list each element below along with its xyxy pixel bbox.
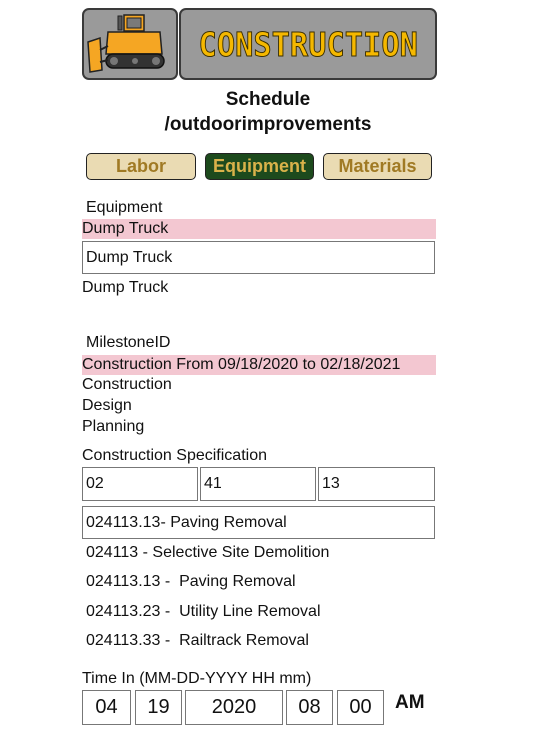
- tab-labor[interactable]: Labor: [86, 153, 196, 180]
- milestone-label: MilestoneID: [86, 334, 171, 351]
- spec-option[interactable]: 024113.13 - Paving Removal: [86, 573, 296, 591]
- equipment-selected[interactable]: Dump Truck: [82, 219, 436, 239]
- bulldozer-icon: [87, 14, 165, 73]
- brand-title: CONSTRUCTION: [198, 24, 418, 64]
- ampm-toggle[interactable]: AM: [395, 692, 425, 714]
- page-subtitle: /outdoorimprovements: [164, 114, 372, 135]
- tab-materials[interactable]: Materials: [323, 153, 432, 180]
- page-title: Schedule: [225, 89, 311, 110]
- brand-banner: CONSTRUCTION: [179, 8, 437, 80]
- milestone-selected[interactable]: Construction From 09/18/2020 to 02/18/20…: [82, 355, 436, 375]
- logo-tile: [82, 8, 178, 80]
- milestone-option[interactable]: Planning: [82, 418, 144, 436]
- spec-section-input[interactable]: 41: [200, 467, 316, 501]
- spec-option[interactable]: 024113.33 - Railtrack Removal: [86, 632, 309, 650]
- spec-division-input[interactable]: 02: [82, 467, 198, 501]
- milestone-option[interactable]: Construction: [82, 376, 172, 394]
- year-input[interactable]: 2020: [185, 690, 283, 725]
- milestone-option[interactable]: Design: [82, 397, 132, 415]
- spec-selected-input[interactable]: 024113.13- Paving Removal: [82, 506, 435, 539]
- spec-label: Construction Specification: [82, 447, 267, 464]
- spec-option[interactable]: 024113.23 - Utility Line Removal: [86, 603, 321, 621]
- minute-input[interactable]: 00: [337, 690, 384, 725]
- time-in-label: Time In (MM-DD-YYYY HH mm): [82, 670, 312, 687]
- equipment-label: Equipment: [86, 199, 163, 216]
- tab-equipment[interactable]: Equipment: [205, 153, 314, 180]
- spec-option[interactable]: 024113 - Selective Site Demolition: [86, 544, 329, 562]
- equipment-input[interactable]: Dump Truck: [82, 241, 435, 274]
- hour-input[interactable]: 08: [286, 690, 333, 725]
- day-input[interactable]: 19: [135, 690, 182, 725]
- month-input[interactable]: 04: [82, 690, 131, 725]
- spec-subsection-input[interactable]: 13: [318, 467, 435, 501]
- equipment-option[interactable]: Dump Truck: [82, 279, 168, 297]
